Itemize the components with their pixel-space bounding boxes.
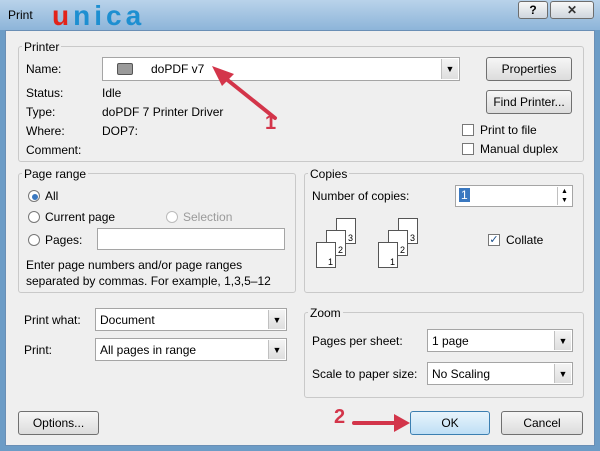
current-page-label: Current page — [45, 210, 116, 224]
type-label: Type: — [26, 105, 56, 119]
chevron-down-icon: ▼ — [554, 331, 571, 350]
spin-down-icon[interactable]: ▼ — [557, 196, 571, 205]
print-range-select[interactable]: All pages in range ▼ — [95, 338, 287, 361]
all-radio[interactable] — [28, 190, 40, 202]
collate-page: 1 — [316, 242, 336, 268]
print-what-label: Print what: — [24, 313, 81, 327]
pages-input[interactable] — [97, 228, 285, 250]
zoom-group — [304, 312, 584, 398]
properties-button[interactable]: Properties — [486, 57, 572, 81]
annotation-number-1: 1 — [265, 112, 277, 134]
selection-label: Selection — [183, 210, 233, 224]
status-label: Status: — [26, 86, 64, 100]
close-button[interactable]: ✕ — [550, 1, 594, 19]
print-what-select[interactable]: Document ▼ — [95, 308, 287, 331]
pages-radio[interactable] — [28, 234, 40, 246]
printer-name-value: doPDF v7 — [151, 62, 205, 76]
name-label: Name: — [26, 62, 62, 76]
scale-label: Scale to paper size: — [312, 367, 418, 381]
manual-duplex-label: Manual duplex — [480, 142, 559, 156]
annotation-number-2: 2 — [334, 406, 346, 428]
printer-icon — [117, 63, 133, 75]
status-value: Idle — [102, 86, 122, 100]
annotation-arrow-2 — [352, 414, 410, 432]
pages-per-sheet-value: 1 page — [432, 334, 469, 348]
zoom-group-label: Zoom — [308, 306, 343, 320]
print-to-file-checkbox[interactable] — [462, 124, 474, 136]
chevron-down-icon: ▼ — [554, 364, 571, 383]
print-range-value: All pages in range — [100, 343, 197, 357]
collate-page: 1 — [378, 242, 398, 268]
where-value: DOP7: — [102, 124, 139, 138]
copies-spinner[interactable]: 1 ▲ ▼ — [455, 185, 573, 207]
page-range-help: Enter page numbers and/or page ranges se… — [26, 258, 271, 288]
page-range-group-label: Page range — [22, 167, 89, 181]
question-icon: ? — [529, 3, 537, 17]
selection-radio[interactable] — [166, 211, 178, 223]
collate-illustration-stack-1: 3 2 1 — [314, 218, 374, 282]
title-bar: Print unica ? ✕ — [0, 0, 600, 30]
comment-label: Comment: — [26, 143, 82, 157]
scale-select[interactable]: No Scaling ▼ — [427, 362, 573, 385]
help-button[interactable]: ? — [518, 1, 548, 19]
manual-duplex-checkbox[interactable] — [462, 143, 474, 155]
chevron-down-icon: ▼ — [441, 59, 458, 79]
printer-group-label: Printer — [22, 40, 62, 54]
copies-group-label: Copies — [308, 167, 350, 181]
pages-per-sheet-select[interactable]: 1 page ▼ — [427, 329, 573, 352]
chevron-down-icon: ▼ — [268, 340, 285, 359]
collate-label: Collate — [506, 233, 544, 247]
copies-value: 1 — [459, 188, 470, 202]
spin-up-icon[interactable]: ▲ — [557, 187, 571, 196]
collate-checkbox[interactable]: ✓ — [488, 234, 500, 246]
ok-button[interactable]: OK — [410, 411, 490, 435]
cancel-button[interactable]: Cancel — [501, 411, 583, 435]
print-what-value: Document — [100, 313, 155, 327]
pages-label: Pages: — [45, 233, 83, 247]
chevron-down-icon: ▼ — [268, 310, 285, 329]
scale-value: No Scaling — [432, 367, 491, 381]
options-button[interactable]: Options... — [18, 411, 99, 435]
print-to-file-label: Print to file — [480, 123, 537, 137]
collate-illustration-stack-2: 3 2 1 — [376, 218, 436, 282]
annotation-arrow-1 — [212, 66, 277, 120]
all-label: All — [45, 189, 59, 203]
where-label: Where: — [26, 124, 65, 138]
close-icon: ✕ — [566, 3, 578, 17]
find-printer-button[interactable]: Find Printer... — [486, 90, 572, 114]
pages-per-sheet-label: Pages per sheet: — [312, 334, 403, 348]
brand-logo: unica — [52, 0, 146, 31]
current-page-radio[interactable] — [28, 211, 40, 223]
window-title: Print — [8, 8, 33, 22]
print-label: Print: — [24, 343, 53, 357]
number-of-copies-label: Number of copies: — [312, 189, 410, 203]
